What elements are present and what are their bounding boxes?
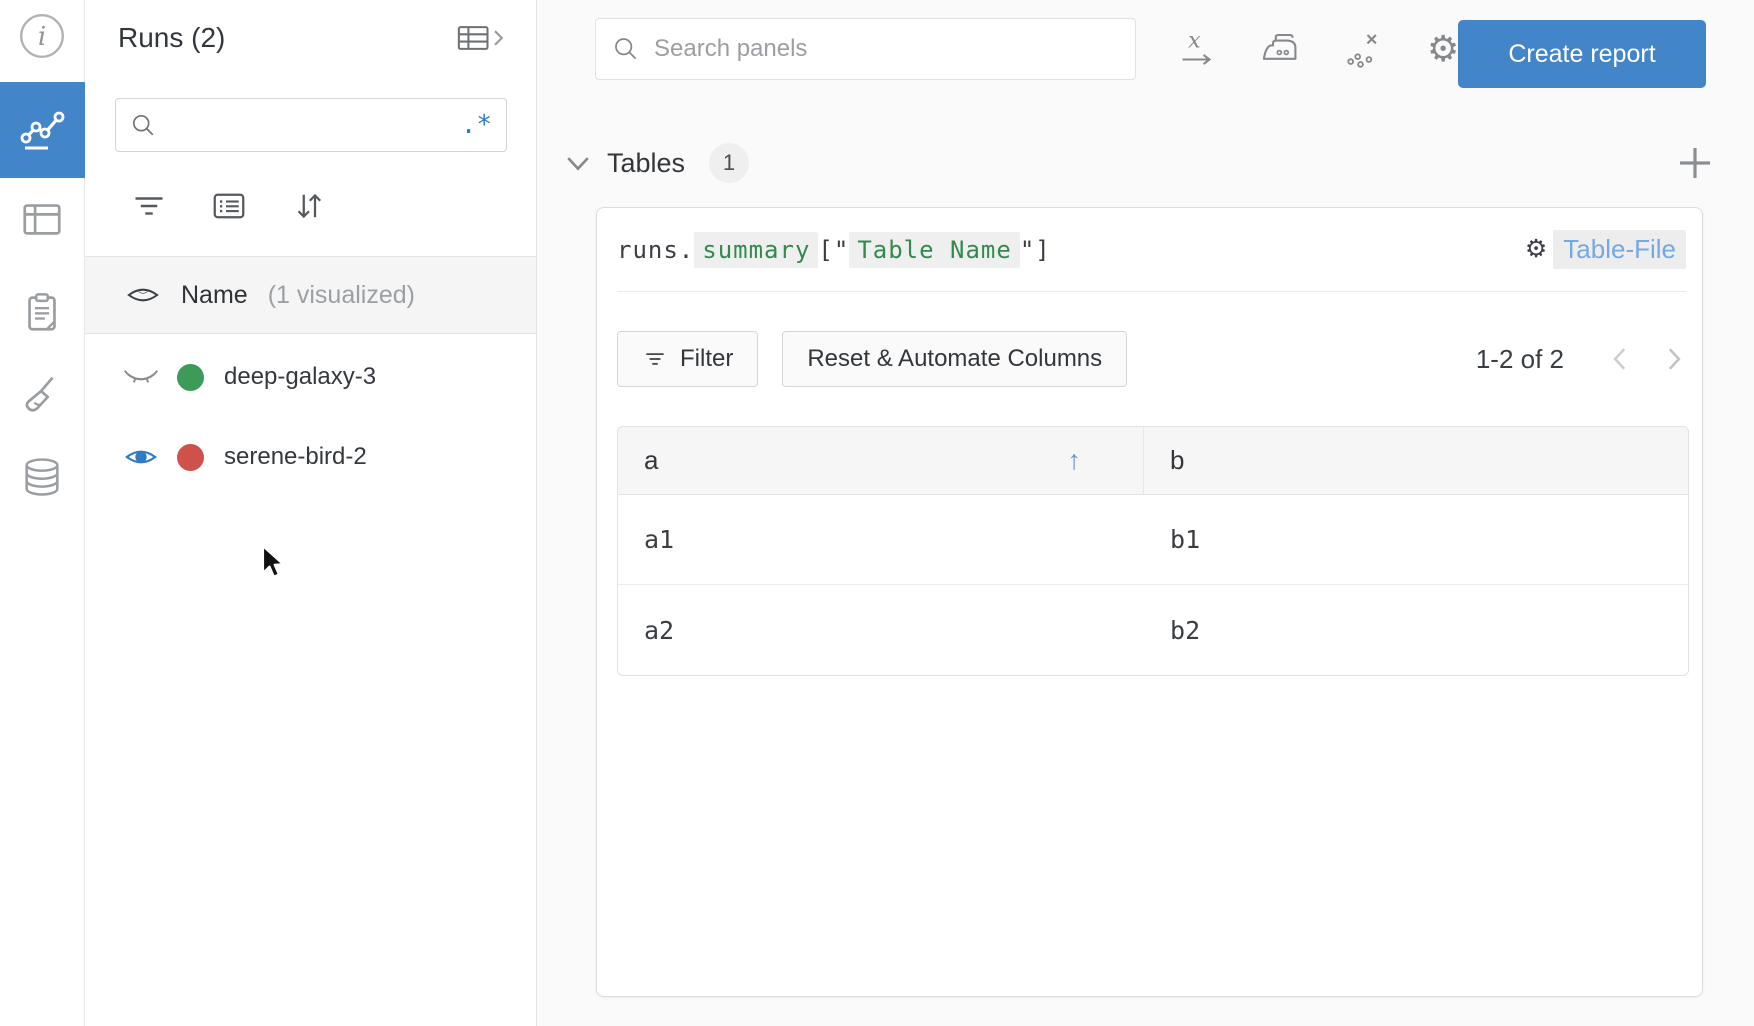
info-icon[interactable]: i bbox=[0, 12, 84, 60]
column-header-label: b bbox=[1170, 445, 1184, 476]
sweeps-brush-icon[interactable] bbox=[0, 370, 84, 418]
table-cell: b2 bbox=[1144, 585, 1688, 675]
run-color-dot bbox=[177, 364, 204, 391]
create-report-button[interactable]: Create report bbox=[1458, 20, 1706, 88]
runs-search-box: .* bbox=[115, 98, 507, 152]
runs-table-expand-icon[interactable] bbox=[454, 23, 506, 53]
run-color-dot bbox=[177, 444, 204, 471]
filter-button-label: Filter bbox=[680, 345, 733, 373]
table-panel-card: runs.summary["Table Name"] ⚙ Table-File … bbox=[596, 207, 1703, 997]
runs-visualized-count: (1 visualized) bbox=[268, 281, 415, 310]
expr-open-bracket: [" bbox=[818, 236, 849, 264]
panel-expression[interactable]: runs.summary["Table Name"] bbox=[617, 236, 1051, 264]
sidebar-item-workspace-active[interactable] bbox=[0, 82, 85, 178]
table-cell: b1 bbox=[1144, 495, 1688, 584]
panel-grid-icon[interactable] bbox=[0, 195, 84, 243]
column-header-a[interactable]: a ↑ bbox=[618, 427, 1144, 494]
chevron-down-icon[interactable] bbox=[565, 153, 591, 173]
runs-sidebar: Runs (2) .* bbox=[85, 0, 537, 1026]
filter-button[interactable]: Filter bbox=[617, 331, 758, 387]
page-next-icon[interactable] bbox=[1662, 345, 1686, 373]
panel-settings-gear-icon[interactable]: ⚙ bbox=[1525, 237, 1547, 262]
eye-closed-icon[interactable] bbox=[123, 366, 159, 388]
runs-search-input[interactable] bbox=[157, 112, 461, 138]
svg-text:i: i bbox=[38, 22, 46, 52]
runs-filter-icon[interactable] bbox=[131, 188, 167, 224]
notes-clipboard-icon[interactable] bbox=[0, 288, 84, 336]
run-name[interactable]: serene-bird-2 bbox=[224, 443, 367, 471]
sort-asc-icon[interactable]: ↑ bbox=[1068, 445, 1082, 476]
icon-rail: i bbox=[0, 0, 85, 1026]
column-header-label: a bbox=[644, 445, 658, 476]
results-table: a ↑ b a1 b1 a2 b2 bbox=[617, 426, 1689, 676]
table-header-row: a ↑ b bbox=[618, 427, 1688, 495]
filter-icon bbox=[642, 346, 668, 372]
runs-name-header[interactable]: Name (1 visualized) bbox=[85, 256, 536, 334]
run-row-serene-bird-2[interactable]: serene-bird-2 bbox=[85, 417, 536, 497]
panel-search-input[interactable] bbox=[654, 35, 1119, 63]
line-chart-icon bbox=[19, 106, 67, 154]
run-row-deep-galaxy-3[interactable]: deep-galaxy-3 bbox=[85, 337, 536, 417]
tables-section-title[interactable]: Tables bbox=[607, 148, 685, 179]
page-prev-icon[interactable] bbox=[1608, 345, 1632, 373]
pagination-label: 1-2 of 2 bbox=[1476, 344, 1564, 375]
runs-group-list-icon[interactable] bbox=[211, 188, 247, 224]
svg-text:x: x bbox=[1188, 28, 1201, 54]
reset-automate-columns-button[interactable]: Reset & Automate Columns bbox=[782, 331, 1127, 387]
runs-name-header-label: Name bbox=[181, 281, 248, 310]
outliers-icon[interactable] bbox=[1343, 28, 1385, 70]
panel-type-badge[interactable]: Table-File bbox=[1553, 230, 1686, 269]
panel-expression-row[interactable]: runs.summary["Table Name"] ⚙ Table-File bbox=[617, 208, 1686, 292]
panel-search-box bbox=[595, 18, 1136, 80]
table-row[interactable]: a1 b1 bbox=[618, 495, 1688, 585]
column-header-b[interactable]: b bbox=[1144, 427, 1688, 494]
run-name[interactable]: deep-galaxy-3 bbox=[224, 363, 376, 391]
x-axis-icon[interactable]: x bbox=[1177, 28, 1217, 70]
search-icon bbox=[130, 112, 157, 139]
smoothing-iron-icon[interactable] bbox=[1259, 29, 1301, 69]
expr-accessor: summary bbox=[694, 232, 818, 268]
reset-button-label: Reset & Automate Columns bbox=[807, 345, 1102, 373]
expr-prefix: runs. bbox=[617, 236, 694, 264]
table-cell: a1 bbox=[618, 495, 1144, 584]
tables-count-badge: 1 bbox=[709, 143, 749, 183]
artifacts-database-icon[interactable] bbox=[0, 453, 84, 501]
expr-key: Table Name bbox=[849, 232, 1020, 268]
workspace-main: x ⚙ Create report bbox=[537, 0, 1754, 1026]
table-row[interactable]: a2 b2 bbox=[618, 585, 1688, 675]
runs-title: Runs (2) bbox=[118, 22, 225, 54]
add-panel-icon[interactable] bbox=[1676, 144, 1714, 182]
expr-close-bracket: "] bbox=[1020, 236, 1051, 264]
runs-sort-icon[interactable] bbox=[291, 188, 327, 224]
eye-icon[interactable] bbox=[125, 282, 161, 308]
regex-toggle-icon[interactable]: .* bbox=[461, 110, 492, 140]
eye-visible-icon[interactable] bbox=[123, 444, 159, 470]
settings-gear-icon[interactable]: ⚙ bbox=[1427, 31, 1459, 67]
search-icon bbox=[612, 35, 640, 63]
table-cell: a2 bbox=[618, 585, 1144, 675]
